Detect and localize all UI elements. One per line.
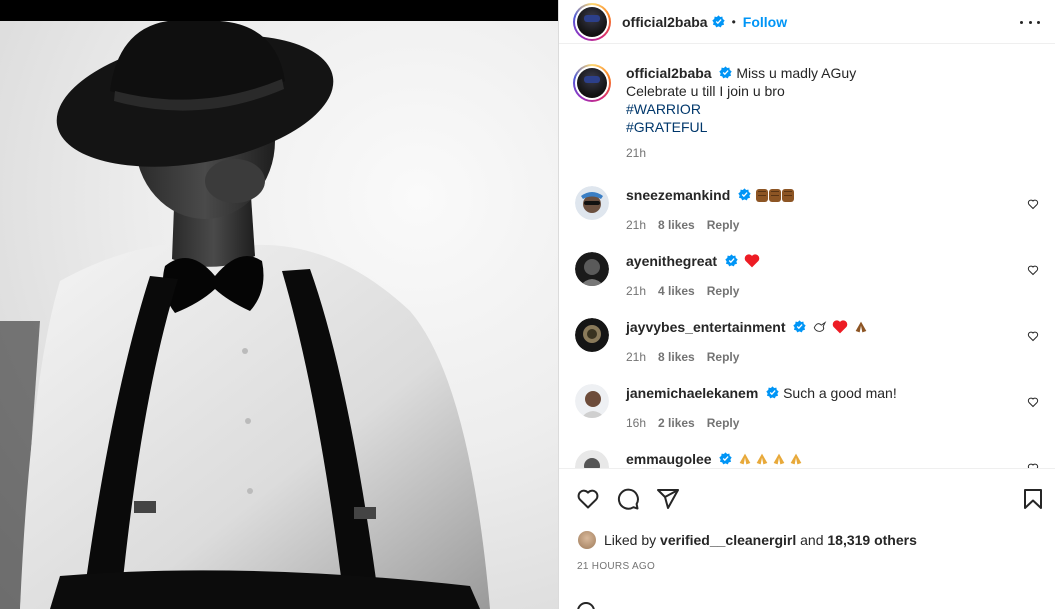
more-options-icon[interactable]	[1020, 14, 1040, 30]
verified-badge-icon	[738, 188, 751, 201]
verified-badge-icon	[725, 254, 738, 267]
comment-item: sneezemankind 21h 8 likes Reply	[575, 186, 1045, 246]
share-paper-plane-icon[interactable]	[656, 487, 680, 511]
follow-button[interactable]: Follow	[743, 14, 787, 30]
comment-likes[interactable]: 4 likes	[658, 284, 695, 298]
comment-bubble-icon[interactable]	[616, 487, 640, 511]
post-media	[0, 0, 558, 609]
comment-item: janemichaelekanem Such a good man! 16h 2…	[575, 384, 1045, 444]
commenter-avatar[interactable]	[575, 252, 609, 286]
liker-avatar[interactable]	[577, 530, 597, 550]
caption-line-1: Miss u madly AGuy	[736, 65, 857, 81]
like-comment-heart-icon[interactable]	[1027, 198, 1039, 210]
emoji-picker-icon[interactable]	[577, 602, 595, 609]
verified-badge-icon	[793, 320, 807, 333]
post-actions: Liked by verified__cleanergirl and 18,31…	[559, 468, 1055, 609]
separator-dot: •	[731, 14, 736, 29]
caption-avatar	[577, 68, 607, 98]
reply-button[interactable]: Reply	[707, 350, 740, 364]
liked-by-prefix: Liked by	[604, 532, 657, 548]
verified-badge-icon	[711, 15, 725, 28]
comment-likes[interactable]: 8 likes	[658, 350, 695, 364]
comments-list[interactable]: official2baba Miss u madly AGuy Celebrat…	[559, 45, 1055, 468]
comment-item: emmaugolee	[575, 450, 1045, 468]
like-heart-icon[interactable]	[576, 487, 600, 511]
red-heart-emoji-icon	[744, 254, 760, 268]
reply-button[interactable]: Reply	[707, 416, 740, 430]
comment-text: Such a good man!	[783, 385, 897, 401]
comment-time: 21h	[626, 284, 647, 298]
comment-time: 16h	[626, 416, 647, 430]
comment-likes[interactable]: 2 likes	[658, 416, 695, 430]
comment-item: jayvybes_entertainment 21h 8 likes Reply	[575, 318, 1045, 378]
post-photo[interactable]	[0, 21, 558, 609]
post-time-ago[interactable]: 21 HOURS AGO	[577, 561, 655, 572]
reply-button[interactable]: Reply	[707, 284, 740, 298]
save-bookmark-icon[interactable]	[1021, 487, 1045, 511]
likes-count[interactable]: 18,319 others	[827, 532, 917, 548]
commenter-username[interactable]: jayvybes_entertainment	[626, 319, 786, 335]
like-comment-heart-icon[interactable]	[1027, 396, 1039, 408]
verified-badge-icon	[766, 386, 779, 399]
comment-likes[interactable]: 8 likes	[658, 218, 695, 232]
dove-emoji-icon	[814, 321, 827, 332]
commenter-avatar[interactable]	[575, 318, 609, 352]
caption-avatar-ring[interactable]	[573, 64, 611, 102]
commenter-avatar[interactable]	[575, 384, 609, 418]
red-heart-emoji-icon	[832, 320, 848, 334]
liked-by-summary: Liked by verified__cleanergirl and 18,31…	[577, 530, 917, 550]
caption-line-2: Celebrate u till I join u bro	[626, 83, 785, 99]
commenter-username[interactable]: emmaugolee	[626, 451, 712, 467]
portrait-image	[0, 21, 490, 609]
caption-time: 21h	[626, 146, 647, 160]
reply-button[interactable]: Reply	[707, 218, 740, 232]
hashtag-warrior[interactable]: #WARRIOR	[626, 100, 856, 118]
fist-emoji-icon	[755, 187, 795, 203]
media-top-bar	[0, 0, 558, 21]
commenter-username[interactable]: sneezemankind	[626, 187, 730, 203]
like-comment-heart-icon[interactable]	[1027, 264, 1039, 276]
post-caption: official2baba Miss u madly AGuy Celebrat…	[573, 64, 856, 162]
commenter-username[interactable]: ayenithegreat	[626, 253, 717, 269]
comment-item: ayenithegreat 21h 4 likes Reply	[575, 252, 1045, 312]
comment-time: 21h	[626, 218, 647, 232]
hashtag-grateful[interactable]: #GRATEFUL	[626, 118, 856, 136]
post-side-panel: official2baba • Follow official2baba Mis…	[558, 0, 1055, 609]
comment-time: 21h	[626, 350, 647, 364]
post-header: official2baba • Follow	[559, 0, 1055, 44]
praying-hands-emoji-icon	[736, 451, 804, 467]
commenter-avatar[interactable]	[575, 186, 609, 220]
author-avatar-ring[interactable]	[573, 2, 611, 41]
author-avatar	[577, 6, 607, 37]
liker-username[interactable]: verified__cleanergirl	[660, 532, 796, 548]
verified-badge-icon	[719, 66, 733, 79]
commenter-avatar[interactable]	[575, 450, 609, 468]
praying-hands-emoji-icon	[855, 321, 867, 333]
caption-username[interactable]: official2baba	[626, 65, 712, 81]
liked-by-and: and	[800, 532, 824, 548]
author-username[interactable]: official2baba	[622, 14, 708, 30]
verified-badge-icon	[719, 452, 733, 465]
commenter-username[interactable]: janemichaelekanem	[626, 385, 758, 401]
like-comment-heart-icon[interactable]	[1027, 330, 1039, 342]
